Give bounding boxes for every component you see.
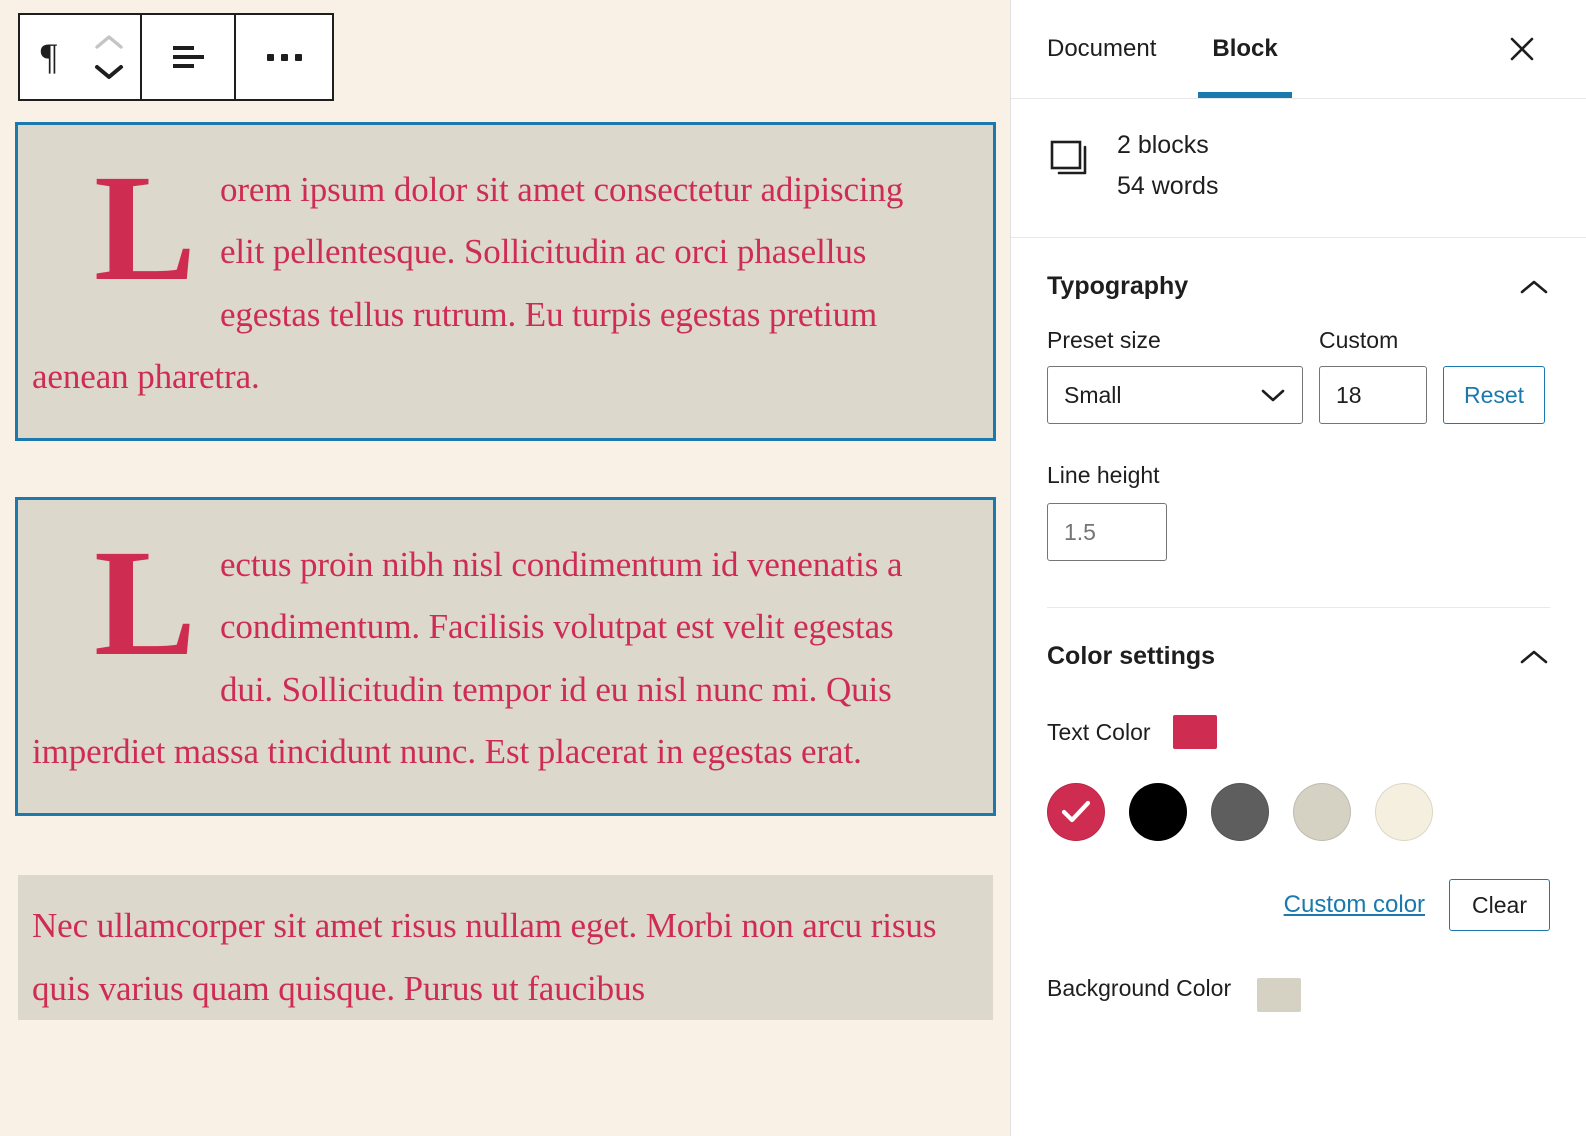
chevron-down-icon [1261, 389, 1285, 402]
color-swatch-cream[interactable] [1375, 783, 1433, 841]
color-settings-panel-toggle[interactable]: Color settings [1047, 608, 1550, 681]
typography-panel: Typography Preset size Small Custom 18 R… [1011, 238, 1586, 608]
chevron-up-icon [95, 35, 123, 49]
text-color-row: Text Color [1047, 715, 1550, 749]
align-left-button[interactable] [142, 15, 234, 99]
line-height-label: Line height [1047, 462, 1160, 488]
more-options-button[interactable] [236, 15, 332, 99]
block-count-value: 2 blocks [1117, 131, 1209, 159]
reset-size-field: Reset [1443, 366, 1545, 424]
line-height-input[interactable]: 1.5 [1047, 503, 1167, 561]
tab-document[interactable]: Document [1047, 0, 1156, 98]
toolbar-group-block-controls: ¶ [20, 15, 142, 99]
color-actions: Custom color Clear [1047, 879, 1550, 931]
text-color-label: Text Color [1047, 718, 1151, 745]
paragraph-text[interactable]: Nec ullamcorper sit amet risus nullam eg… [32, 895, 953, 1020]
blocks-area: Lorem ipsum dolor sit amet consectetur a… [15, 121, 996, 1020]
color-settings-panel: Color settings Text Color Custom color C… [1011, 608, 1586, 1014]
move-down-button[interactable] [92, 62, 126, 82]
color-palette [1047, 783, 1550, 841]
move-up-button[interactable] [92, 32, 126, 52]
preset-size-value: Small [1064, 381, 1122, 408]
close-icon [1510, 37, 1534, 61]
block-count-summary: 2 blocks 54 words [1011, 99, 1586, 237]
editor-canvas: ¶ Lorem ipsum dolor sit amet consectetur… [0, 0, 1010, 1136]
toolbar-group-more [236, 15, 332, 99]
paragraph-block-3[interactable]: Nec ullamcorper sit amet risus nullam eg… [18, 875, 993, 1020]
check-icon [1061, 800, 1091, 823]
background-color-swatch-preview[interactable] [1257, 977, 1302, 1012]
color-settings-panel-title: Color settings [1047, 642, 1216, 670]
typography-size-row: Preset size Small Custom 18 Reset [1047, 327, 1550, 424]
background-color-row: Background Color [1047, 975, 1550, 1014]
custom-size-field: Custom 18 [1319, 327, 1427, 424]
paragraph-text[interactable]: Lectus proin nibh nisl condimentum id ve… [32, 519, 953, 783]
line-height-field: Line height 1.5 [1047, 462, 1550, 561]
ellipsis-icon [266, 53, 302, 61]
settings-sidebar: Document Block 2 blocks 54 words Typogra… [1010, 0, 1586, 1136]
custom-size-value: 18 [1336, 381, 1362, 408]
custom-color-link[interactable]: Custom color [1284, 891, 1425, 919]
line-height-value: 1.5 [1064, 518, 1096, 545]
reset-button[interactable]: Reset [1443, 366, 1545, 424]
clear-color-button[interactable]: Clear [1449, 879, 1550, 931]
copy-blocks-icon [1047, 131, 1091, 186]
typography-panel-title: Typography [1047, 272, 1189, 300]
color-swatch-grey[interactable] [1211, 783, 1269, 841]
preset-size-label: Preset size [1047, 327, 1161, 353]
preset-size-field: Preset size Small [1047, 327, 1303, 424]
text-color-swatch-preview[interactable] [1172, 715, 1217, 749]
background-color-label: Background Color [1047, 975, 1232, 1001]
color-swatch-black[interactable] [1129, 783, 1187, 841]
close-sidebar-button[interactable] [1502, 29, 1542, 69]
paragraph-text[interactable]: Lorem ipsum dolor sit amet consectetur a… [32, 144, 953, 408]
preset-size-select[interactable]: Small [1047, 366, 1303, 424]
word-count-value: 54 words [1117, 172, 1219, 200]
block-type-button[interactable]: ¶ [20, 15, 78, 99]
align-left-icon [173, 46, 204, 68]
chevron-up-icon [1520, 280, 1548, 293]
toolbar-group-alignment [142, 15, 236, 99]
paragraph-pilcrow-icon: ¶ [40, 36, 58, 78]
color-swatch-light-grey[interactable] [1293, 783, 1351, 841]
tab-block[interactable]: Block [1198, 0, 1293, 98]
block-toolbar: ¶ [18, 13, 334, 101]
paragraph-block-1[interactable]: Lorem ipsum dolor sit amet consectetur a… [15, 121, 996, 442]
chevron-up-icon [1520, 650, 1548, 663]
paragraph-block-2[interactable]: Lectus proin nibh nisl condimentum id ve… [15, 497, 996, 817]
color-swatch-crimson[interactable] [1047, 783, 1105, 841]
custom-size-label: Custom [1319, 327, 1399, 353]
block-movers [78, 15, 140, 99]
custom-size-input[interactable]: 18 [1319, 366, 1427, 424]
sidebar-header: Document Block [1011, 0, 1586, 98]
chevron-down-icon [95, 65, 123, 79]
typography-panel-toggle[interactable]: Typography [1047, 238, 1550, 311]
